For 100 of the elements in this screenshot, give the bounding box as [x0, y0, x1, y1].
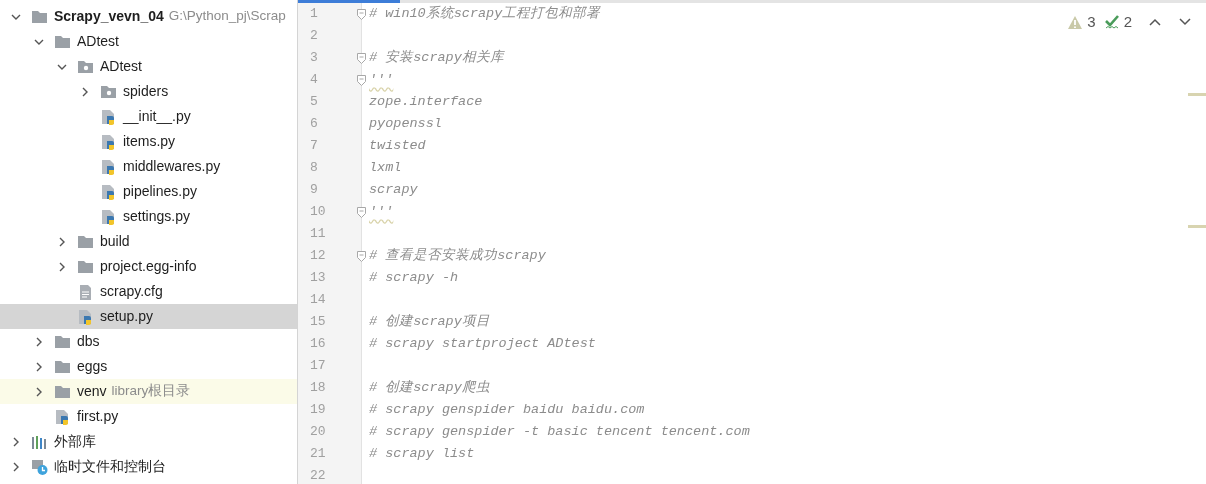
code-line: scrapy	[368, 180, 418, 199]
warning-stripe-mark	[1188, 225, 1206, 228]
tree-label: ADtest	[77, 32, 119, 51]
folder-icon	[77, 258, 94, 275]
tree-label: ADtest	[100, 57, 142, 76]
tree-item[interactable]: build	[0, 229, 297, 254]
code-line: # win10系统scrapy工程打包和部署	[368, 4, 601, 23]
folder-icon	[54, 33, 71, 50]
line-number: 19	[309, 401, 327, 420]
tree-label: spiders	[123, 82, 169, 101]
package-icon	[77, 58, 94, 75]
python-file-icon	[54, 408, 71, 425]
python-file-icon	[100, 183, 117, 200]
tree-item[interactable]: __init__.py	[0, 104, 297, 129]
tree-item[interactable]: ADtest	[0, 54, 297, 79]
tree-item[interactable]: Scrapy_vevn_04 G:\Python_pj\Scrap	[0, 4, 297, 29]
line-number: 13	[309, 269, 327, 288]
line-number: 21	[309, 445, 327, 464]
tree-item[interactable]: first.py	[0, 404, 297, 429]
code-line: # scrapy startproject ADtest	[368, 334, 596, 353]
code-line: pyopenssl	[368, 114, 442, 133]
code-line: # 创建scrapy项目	[368, 312, 490, 331]
tree-label: dbs	[77, 332, 100, 351]
tree-item[interactable]: 临时文件和控制台	[0, 454, 297, 479]
tree-item[interactable]: eggs	[0, 354, 297, 379]
tree-label: scrapy.cfg	[100, 282, 163, 301]
tree-item[interactable]: 外部库	[0, 429, 297, 454]
line-number: 9	[309, 181, 319, 200]
tree-item[interactable]: settings.py	[0, 204, 297, 229]
code-line: # scrapy genspider -t basic tencent tencent.com	[368, 422, 750, 441]
python-file-icon	[100, 158, 117, 175]
checkmark-icon	[1103, 14, 1120, 31]
line-number: 18	[309, 379, 327, 398]
line-number: 3	[309, 49, 319, 68]
tree-label: build	[100, 232, 130, 251]
warning-stripe-mark	[1188, 93, 1206, 96]
tree-label: setup.py	[100, 307, 153, 326]
line-number: 4	[309, 71, 319, 90]
libraries-icon	[31, 433, 48, 450]
path-hint: G:\Python_pj\Scrap	[168, 7, 286, 26]
python-file-icon	[100, 108, 117, 125]
line-number: 14	[309, 291, 327, 310]
folder-icon	[54, 383, 71, 400]
tree-item[interactable]: scrapy.cfg	[0, 279, 297, 304]
tree-label: __init__.py	[123, 107, 191, 126]
code-line: twisted	[368, 136, 426, 155]
python-file-icon	[100, 208, 117, 225]
tree-label: settings.py	[123, 207, 190, 226]
code-line: # 安装scrapy相关库	[368, 48, 504, 67]
folder-icon	[54, 358, 71, 375]
line-number: 22	[309, 467, 327, 484]
line-number: 16	[309, 335, 327, 354]
line-number: 15	[309, 313, 327, 332]
folder-icon	[31, 8, 48, 25]
tree-label: first.py	[77, 407, 119, 426]
folder-icon	[54, 333, 71, 350]
code-line: # scrapy -h	[368, 268, 459, 287]
code-line: '''	[368, 70, 394, 89]
code-line: zope.interface	[368, 92, 483, 111]
line-number: 8	[309, 159, 319, 178]
tree-item[interactable]: middlewares.py	[0, 154, 297, 179]
tree-item[interactable]: pipelines.py	[0, 179, 297, 204]
line-number: 2	[309, 27, 319, 46]
tree-label: Scrapy_vevn_04	[54, 7, 164, 26]
path-hint: library根目录	[111, 382, 191, 401]
tree-item[interactable]: ADtest	[0, 29, 297, 54]
line-number: 11	[309, 225, 327, 244]
line-number: 6	[309, 115, 319, 134]
text-file-icon	[77, 283, 94, 300]
tree-item[interactable]: items.py	[0, 129, 297, 154]
tree-item[interactable]: setup.py	[0, 304, 297, 329]
code-line: lxml	[368, 158, 402, 177]
tree-label: pipelines.py	[123, 182, 197, 201]
line-number: 20	[309, 423, 327, 442]
tree-item[interactable]: project.egg-info	[0, 254, 297, 279]
tree-label: project.egg-info	[100, 257, 197, 276]
tree-item[interactable]: spiders	[0, 79, 297, 104]
line-number: 10	[309, 203, 327, 222]
line-number: 5	[309, 93, 319, 112]
line-number: 1	[309, 5, 319, 24]
folder-icon	[77, 233, 94, 250]
scratch-console-icon	[31, 458, 48, 475]
tree-label: venv	[77, 382, 107, 401]
tree-item[interactable]: dbs	[0, 329, 297, 354]
tree-label: items.py	[123, 132, 176, 151]
tree-label: eggs	[77, 357, 108, 376]
inspection-count: 3	[1087, 12, 1096, 32]
tree-label: 临时文件和控制台	[54, 457, 166, 476]
line-number: 12	[309, 247, 327, 266]
code-line: # scrapy list	[368, 444, 475, 463]
warning-icon	[1067, 14, 1084, 30]
tree-item[interactable]: venv library根目录	[0, 379, 297, 404]
code-line: # 创建scrapy爬虫	[368, 378, 490, 397]
code-line: # 查看是否安装成功scrapy	[368, 246, 546, 265]
line-number: 17	[309, 357, 327, 376]
python-file-icon	[77, 308, 94, 325]
code-line: # scrapy genspider baidu baidu.com	[368, 400, 645, 419]
inspection-count: 2	[1123, 12, 1132, 32]
tree-label: middlewares.py	[123, 157, 221, 176]
tree-label: 外部库	[54, 432, 96, 451]
